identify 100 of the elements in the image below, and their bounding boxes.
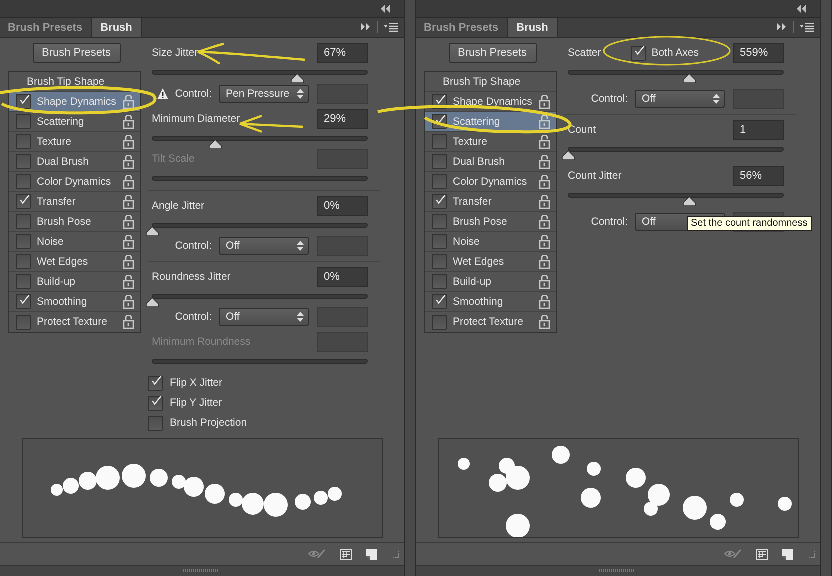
checkbox[interactable] <box>16 94 31 109</box>
menu-icon[interactable] <box>800 22 814 32</box>
new-page-icon[interactable] <box>782 548 794 560</box>
checkbox[interactable] <box>432 134 447 149</box>
brush-presets-button[interactable]: Brush Presets <box>448 43 536 63</box>
checkbox[interactable] <box>630 46 646 60</box>
checkbox[interactable] <box>148 416 163 430</box>
list-item[interactable]: Texture <box>9 132 140 152</box>
expand-icon[interactable] <box>361 23 372 31</box>
new-page-icon[interactable] <box>366 548 378 560</box>
checkbox[interactable] <box>16 314 31 330</box>
checkbox[interactable] <box>16 194 31 209</box>
checkbox[interactable] <box>432 234 447 249</box>
checkbox[interactable] <box>16 114 31 129</box>
checkbox[interactable] <box>432 214 447 229</box>
lock-icon[interactable] <box>539 134 550 148</box>
lock-icon[interactable] <box>539 174 550 188</box>
lock-icon[interactable] <box>123 294 134 308</box>
resize-grip-icon[interactable] <box>391 550 400 558</box>
slider-thumb[interactable] <box>562 151 575 160</box>
checkbox[interactable] <box>16 274 31 289</box>
list-item[interactable]: Wet Edges <box>9 252 140 272</box>
lock-icon[interactable] <box>539 114 550 128</box>
lock-icon[interactable] <box>539 214 550 228</box>
lock-icon[interactable] <box>539 274 550 288</box>
lock-icon[interactable] <box>123 214 134 228</box>
checkbox[interactable] <box>148 376 163 390</box>
panel-tab[interactable]: Brush <box>508 18 558 37</box>
checkbox[interactable] <box>432 294 447 309</box>
list-item[interactable]: Protect Texture <box>425 312 556 332</box>
grid-icon[interactable] <box>340 548 352 560</box>
list-item[interactable]: Smoothing <box>425 292 556 312</box>
value-field[interactable]: 56% <box>733 166 784 186</box>
slider-thumb[interactable] <box>146 226 159 236</box>
checkbox[interactable] <box>432 154 447 169</box>
drag-grip-icon[interactable] <box>599 569 635 573</box>
checkbox[interactable] <box>16 214 31 229</box>
lock-icon[interactable] <box>539 154 550 168</box>
list-header[interactable]: Brush Tip Shape <box>443 76 521 88</box>
lock-icon[interactable] <box>123 274 134 288</box>
control-dropdown[interactable]: Off <box>635 90 725 108</box>
lock-icon[interactable] <box>539 315 550 329</box>
list-item[interactable]: Dual Brush <box>425 152 556 172</box>
list-item[interactable]: Noise <box>425 232 556 252</box>
checkbox[interactable] <box>16 294 31 309</box>
checkbox[interactable] <box>432 274 447 289</box>
value-field[interactable]: 29% <box>317 108 368 129</box>
list-item[interactable]: Scattering <box>9 112 140 132</box>
menu-icon[interactable] <box>384 22 398 32</box>
lock-icon[interactable] <box>123 194 134 208</box>
checkbox[interactable] <box>16 154 31 169</box>
collapse-icon[interactable] <box>380 4 390 12</box>
checkbox[interactable] <box>16 134 31 149</box>
slider-thumb[interactable] <box>146 298 159 307</box>
control-dropdown[interactable]: Pen Pressure <box>219 84 309 103</box>
lock-icon[interactable] <box>539 94 550 108</box>
lock-icon[interactable] <box>539 294 550 308</box>
collapse-icon[interactable] <box>796 4 806 12</box>
lock-icon[interactable] <box>123 134 134 148</box>
lock-icon[interactable] <box>123 174 134 188</box>
list-item[interactable]: Noise <box>9 232 140 252</box>
resize-grip-icon[interactable] <box>807 550 816 558</box>
list-item[interactable]: Brush Pose <box>425 212 556 232</box>
value-field[interactable]: 559% <box>733 43 784 63</box>
value-field[interactable]: 0% <box>317 266 368 287</box>
value-field[interactable]: 1 <box>733 120 784 140</box>
lock-icon[interactable] <box>539 234 550 248</box>
checkbox[interactable] <box>432 194 447 209</box>
checkbox[interactable] <box>16 234 31 249</box>
expand-icon[interactable] <box>777 23 788 31</box>
lock-icon[interactable] <box>123 254 134 268</box>
lock-icon[interactable] <box>123 154 134 168</box>
checkbox[interactable] <box>16 254 31 269</box>
list-item[interactable]: Transfer <box>425 192 556 212</box>
lock-icon[interactable] <box>123 234 134 248</box>
panel-tab[interactable]: Brush <box>92 18 142 37</box>
value-field[interactable]: 0% <box>317 196 368 216</box>
checkbox[interactable] <box>432 174 447 189</box>
list-header[interactable]: Brush Tip Shape <box>27 76 105 88</box>
checkbox[interactable] <box>432 254 447 269</box>
control-dropdown[interactable]: Off <box>219 308 309 326</box>
list-item[interactable]: Brush Pose <box>9 212 140 232</box>
checkbox[interactable] <box>16 174 31 189</box>
list-item[interactable]: Color Dynamics <box>425 172 556 192</box>
lock-icon[interactable] <box>539 254 550 268</box>
lock-icon[interactable] <box>123 114 134 128</box>
brush-presets-button[interactable]: Brush Presets <box>32 43 120 63</box>
list-item[interactable]: Texture <box>425 132 556 152</box>
checkbox[interactable] <box>148 396 163 410</box>
list-item[interactable]: Smoothing <box>9 292 140 312</box>
lock-icon[interactable] <box>123 94 134 108</box>
drag-grip-icon[interactable] <box>183 569 219 573</box>
list-item[interactable]: Shape Dynamics <box>9 92 140 112</box>
list-item[interactable]: Wet Edges <box>425 252 556 272</box>
grid-icon[interactable] <box>756 548 768 560</box>
list-item[interactable]: Build-up <box>9 272 140 292</box>
list-item[interactable]: Build-up <box>425 272 556 292</box>
list-item[interactable]: Transfer <box>9 192 140 212</box>
list-item[interactable]: Color Dynamics <box>9 172 140 192</box>
checkbox[interactable] <box>432 314 447 330</box>
